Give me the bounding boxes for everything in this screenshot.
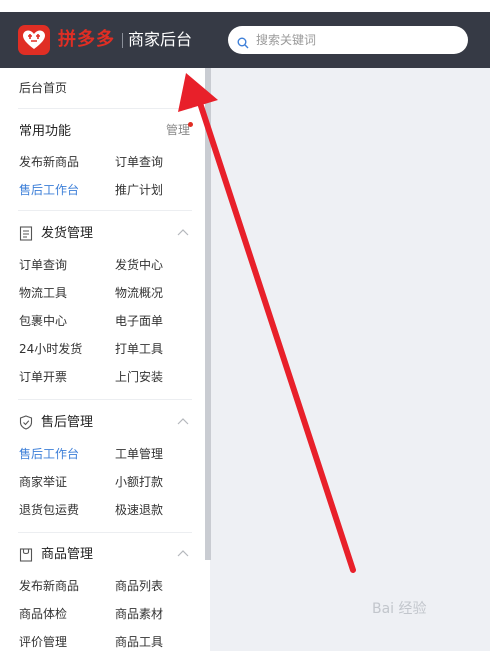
search-icon	[237, 34, 249, 53]
notification-dot	[188, 122, 193, 127]
sidebar-item-e-waybill[interactable]: 电子面单	[115, 313, 163, 329]
sidebar-item-goods-list[interactable]: 商品列表	[115, 578, 163, 594]
sidebar-item-order-query[interactable]: 订单查询	[19, 257, 67, 273]
sidebar: 后台首页 常用功能 管理 发布新商品 订单查询 售后工作台 推广计划 发货管理 …	[0, 68, 210, 651]
sidebar-item-promotion-plan[interactable]: 推广计划	[115, 182, 163, 198]
sidebar-item-package-center[interactable]: 包裹中心	[19, 313, 67, 329]
sidebar-item-small-payment[interactable]: 小额打款	[115, 474, 163, 490]
merchant-backend-title: 商家后台	[128, 30, 193, 49]
bag-icon	[19, 548, 33, 562]
shield-check-icon	[19, 415, 33, 430]
sidebar-item-print-tool[interactable]: 打单工具	[115, 341, 163, 357]
divider	[18, 399, 192, 400]
sidebar-item-review-management[interactable]: 评价管理	[19, 634, 67, 650]
brand-name: 拼多多	[58, 29, 115, 50]
sidebar-item-merchant-evidence[interactable]: 商家举证	[19, 474, 67, 490]
sidebar-item-order-query[interactable]: 订单查询	[115, 154, 163, 170]
sidebar-item-aftersale-workbench[interactable]: 售后工作台	[19, 182, 79, 198]
section-title-goods[interactable]: 商品管理	[41, 546, 93, 564]
sidebar-item-fast-refund[interactable]: 极速退款	[115, 502, 163, 518]
header-divider	[122, 33, 123, 48]
sidebar-item-goods-checkup[interactable]: 商品体检	[19, 606, 67, 622]
sidebar-item-home[interactable]: 后台首页	[19, 80, 67, 96]
section-title-common: 常用功能	[19, 124, 72, 139]
manage-link[interactable]: 管理	[166, 122, 190, 138]
sidebar-item-ticket-management[interactable]: 工单管理	[115, 446, 163, 462]
sidebar-item-publish-goods[interactable]: 发布新商品	[19, 154, 79, 170]
sidebar-item-shipping-center[interactable]: 发货中心	[115, 257, 163, 273]
chevron-up-icon[interactable]	[177, 228, 189, 236]
sidebar-item-home-install[interactable]: 上门安装	[115, 369, 163, 385]
document-icon	[19, 226, 33, 241]
header: 拼多多 商家后台	[0, 12, 490, 68]
sidebar-scrollbar[interactable]	[205, 68, 211, 560]
search-box[interactable]	[228, 26, 468, 54]
section-title-aftersale[interactable]: 售后管理	[41, 414, 93, 432]
sidebar-item-goods-tools[interactable]: 商品工具	[115, 634, 163, 650]
top-strip	[0, 0, 490, 12]
sidebar-item-goods-material[interactable]: 商品素材	[115, 606, 163, 622]
chevron-up-icon[interactable]	[177, 417, 189, 425]
sidebar-item-logistics-overview[interactable]: 物流概况	[115, 285, 163, 301]
pinduoduo-logo-icon[interactable]	[18, 25, 50, 55]
sidebar-item-24h-shipping[interactable]: 24小时发货	[19, 341, 82, 357]
divider	[18, 210, 192, 211]
sidebar-item-aftersale-workbench[interactable]: 售后工作台	[19, 446, 79, 462]
sidebar-item-logistics-tools[interactable]: 物流工具	[19, 285, 67, 301]
watermark-text: Bai 经验	[372, 601, 427, 617]
chevron-up-icon[interactable]	[177, 549, 189, 557]
sidebar-item-publish-goods[interactable]: 发布新商品	[19, 578, 79, 594]
divider	[18, 532, 192, 533]
section-title-shipping[interactable]: 发货管理	[41, 225, 93, 243]
sidebar-item-order-invoice[interactable]: 订单开票	[19, 369, 67, 385]
sidebar-item-return-shipping-cover[interactable]: 退货包运费	[19, 502, 79, 518]
search-input[interactable]	[256, 30, 456, 50]
divider	[18, 108, 192, 109]
